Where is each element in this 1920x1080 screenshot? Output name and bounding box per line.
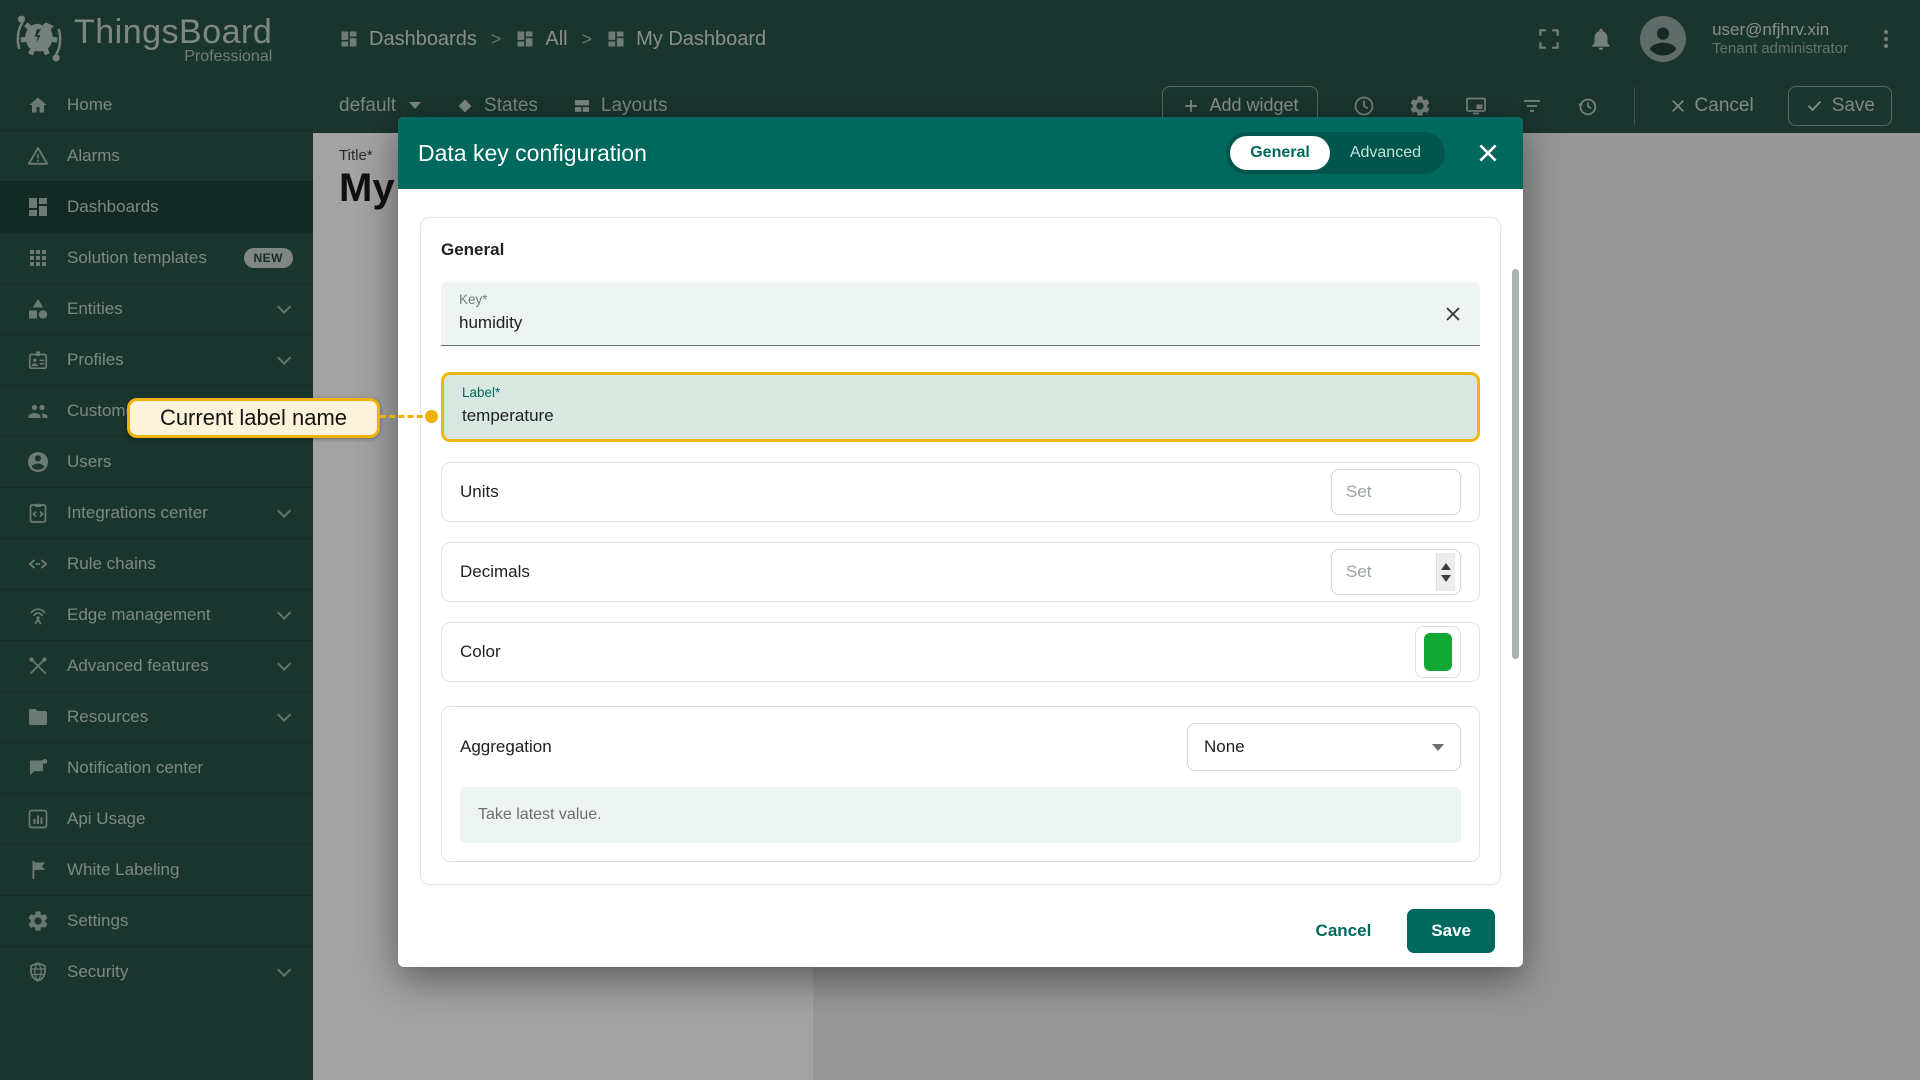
data-key-config-dialog: Data key configuration General Advanced … — [398, 117, 1523, 967]
stepper-down-icon[interactable] — [1441, 575, 1451, 582]
decimals-placeholder: Set — [1346, 562, 1436, 582]
label-field[interactable]: Label* temperature — [441, 372, 1480, 442]
key-field-value[interactable]: humidity — [459, 313, 1462, 333]
app-root: ThingsBoard Professional HomeAlarmsDashb… — [0, 0, 1920, 1080]
decimals-row: Decimals Set — [441, 542, 1480, 602]
units-row: Units Set — [441, 462, 1480, 522]
color-swatch[interactable] — [1424, 633, 1452, 671]
decimals-stepper[interactable] — [1436, 553, 1455, 591]
general-section-card: General Key* humidity Label* temperature… — [420, 217, 1501, 885]
dialog-body: General Key* humidity Label* temperature… — [398, 189, 1523, 967]
aggregation-row: Aggregation None — [460, 721, 1461, 773]
aggregation-select[interactable]: None — [1187, 723, 1461, 771]
cancel-button[interactable]: Cancel — [1316, 921, 1372, 941]
dialog-footer: Cancel Save — [398, 903, 1523, 967]
clear-key-icon[interactable] — [1442, 303, 1464, 325]
color-row: Color — [441, 622, 1480, 682]
aggregation-card: Aggregation None Take latest value. — [441, 706, 1480, 862]
tab-advanced[interactable]: Advanced — [1330, 136, 1441, 170]
tab-general[interactable]: General — [1230, 136, 1330, 170]
units-label: Units — [460, 482, 499, 502]
aggregation-label: Aggregation — [460, 737, 552, 757]
key-field-label: Key* — [459, 292, 1462, 307]
key-field[interactable]: Key* humidity — [441, 282, 1480, 346]
dialog-scrollbar[interactable] — [1512, 269, 1519, 659]
color-picker-button[interactable] — [1415, 626, 1461, 678]
section-title: General — [441, 240, 1480, 260]
units-input[interactable]: Set — [1331, 469, 1461, 515]
aggregation-hint: Take latest value. — [460, 787, 1461, 843]
dialog-tabs: General Advanced — [1226, 132, 1445, 174]
stepper-up-icon[interactable] — [1441, 563, 1451, 570]
dialog-title: Data key configuration — [418, 140, 1202, 167]
aggregation-value: None — [1204, 737, 1432, 757]
save-button[interactable]: Save — [1407, 909, 1495, 953]
units-placeholder: Set — [1346, 482, 1455, 502]
decimals-input[interactable]: Set — [1331, 549, 1461, 595]
label-field-value[interactable]: temperature — [462, 406, 1459, 426]
annotation-dot — [425, 410, 438, 423]
color-label: Color — [460, 642, 501, 662]
close-icon[interactable] — [1475, 140, 1501, 166]
dialog-header: Data key configuration General Advanced — [398, 117, 1523, 189]
label-field-label: Label* — [462, 385, 1459, 400]
chevron-down-icon — [1432, 744, 1444, 751]
decimals-label: Decimals — [460, 562, 530, 582]
annotation-tooltip: Current label name — [127, 398, 380, 438]
